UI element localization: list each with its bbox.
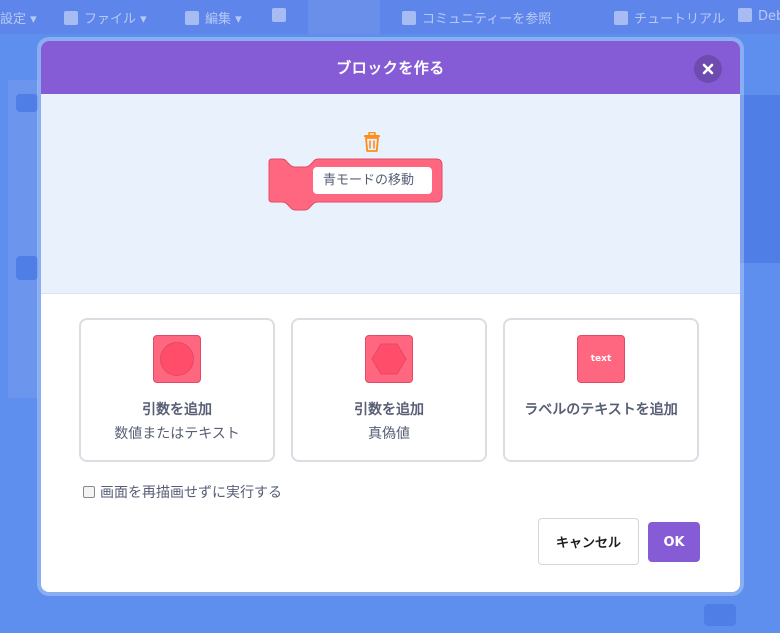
community-icon — [402, 11, 416, 25]
option-sublabel: 真偽値 — [368, 426, 410, 442]
menu-bar: 設定 ▾ ファイル ▾ 編集 ▾ コミュニティーを参照 チュートリアル Debu… — [0, 0, 780, 34]
close-button[interactable] — [694, 55, 722, 83]
circle-input-icon — [153, 335, 201, 383]
debug-link-label: Debug — [758, 9, 780, 24]
project-title-field[interactable] — [272, 8, 292, 24]
palette-block — [16, 256, 38, 280]
tutorials-icon — [272, 8, 286, 22]
settings-menu-label: 設定 — [0, 12, 27, 27]
hexagon-shape — [371, 343, 407, 375]
dialog-header: ブロックを作る — [41, 41, 740, 94]
community-link[interactable]: コミュニティーを参照 — [402, 8, 551, 27]
file-icon — [64, 11, 78, 25]
debug-link[interactable]: Debug — [738, 8, 780, 24]
option-label: 引数を追加 — [354, 402, 424, 418]
option-sublabel: 数値またはテキスト — [114, 426, 240, 442]
option-label: ラベルのテキストを追加 — [524, 402, 678, 418]
custom-block-preview — [268, 158, 444, 212]
tutorial-icon — [614, 11, 628, 25]
ok-button[interactable]: OK — [648, 522, 700, 562]
edit-icon — [185, 11, 199, 25]
text-label-icon: text — [577, 335, 625, 383]
debug-icon — [738, 8, 752, 22]
block-name-input[interactable] — [313, 167, 432, 194]
block-preview-area — [41, 94, 740, 294]
add-input-number-text-button[interactable]: 引数を追加 数値またはテキスト — [79, 318, 275, 462]
community-link-label: コミュニティーを参照 — [422, 12, 552, 27]
settings-menu[interactable]: 設定 ▾ — [0, 8, 37, 27]
run-without-refresh-label: 画面を再描画せずに実行する — [100, 485, 282, 501]
category-panel — [8, 80, 38, 398]
file-menu-label: ファイル — [84, 12, 137, 27]
run-without-refresh-row[interactable]: 画面を再描画せずに実行する — [83, 482, 282, 502]
text-label-icon-text: text — [590, 354, 612, 364]
dialog-title: ブロックを作る — [336, 59, 445, 77]
project-title-input[interactable] — [308, 0, 380, 34]
cancel-button[interactable]: キャンセル — [538, 518, 639, 565]
file-menu[interactable]: ファイル ▾ — [64, 8, 147, 27]
add-input-boolean-button[interactable]: 引数を追加 真偽値 — [291, 318, 487, 462]
edit-menu-label: 編集 — [205, 12, 232, 27]
edit-menu[interactable]: 編集 ▾ — [185, 8, 242, 27]
stage-panel — [736, 95, 780, 263]
hexagon-boolean-icon — [365, 335, 413, 383]
palette-block — [16, 94, 38, 112]
sprite-thumbnail — [704, 604, 736, 626]
make-block-dialog: ブロックを作る 引数を追加 数値またはテキスト — [41, 41, 740, 592]
run-without-refresh-checkbox[interactable] — [83, 486, 95, 498]
add-label-text-button[interactable]: text ラベルのテキストを追加 — [503, 318, 699, 462]
trash-icon[interactable] — [363, 132, 381, 152]
tutorial-link[interactable]: チュートリアル — [614, 8, 725, 27]
tutorial-link-label: チュートリアル — [634, 12, 725, 27]
option-label: 引数を追加 — [142, 402, 212, 418]
circle-input-shape — [160, 342, 194, 376]
close-icon — [702, 63, 714, 75]
